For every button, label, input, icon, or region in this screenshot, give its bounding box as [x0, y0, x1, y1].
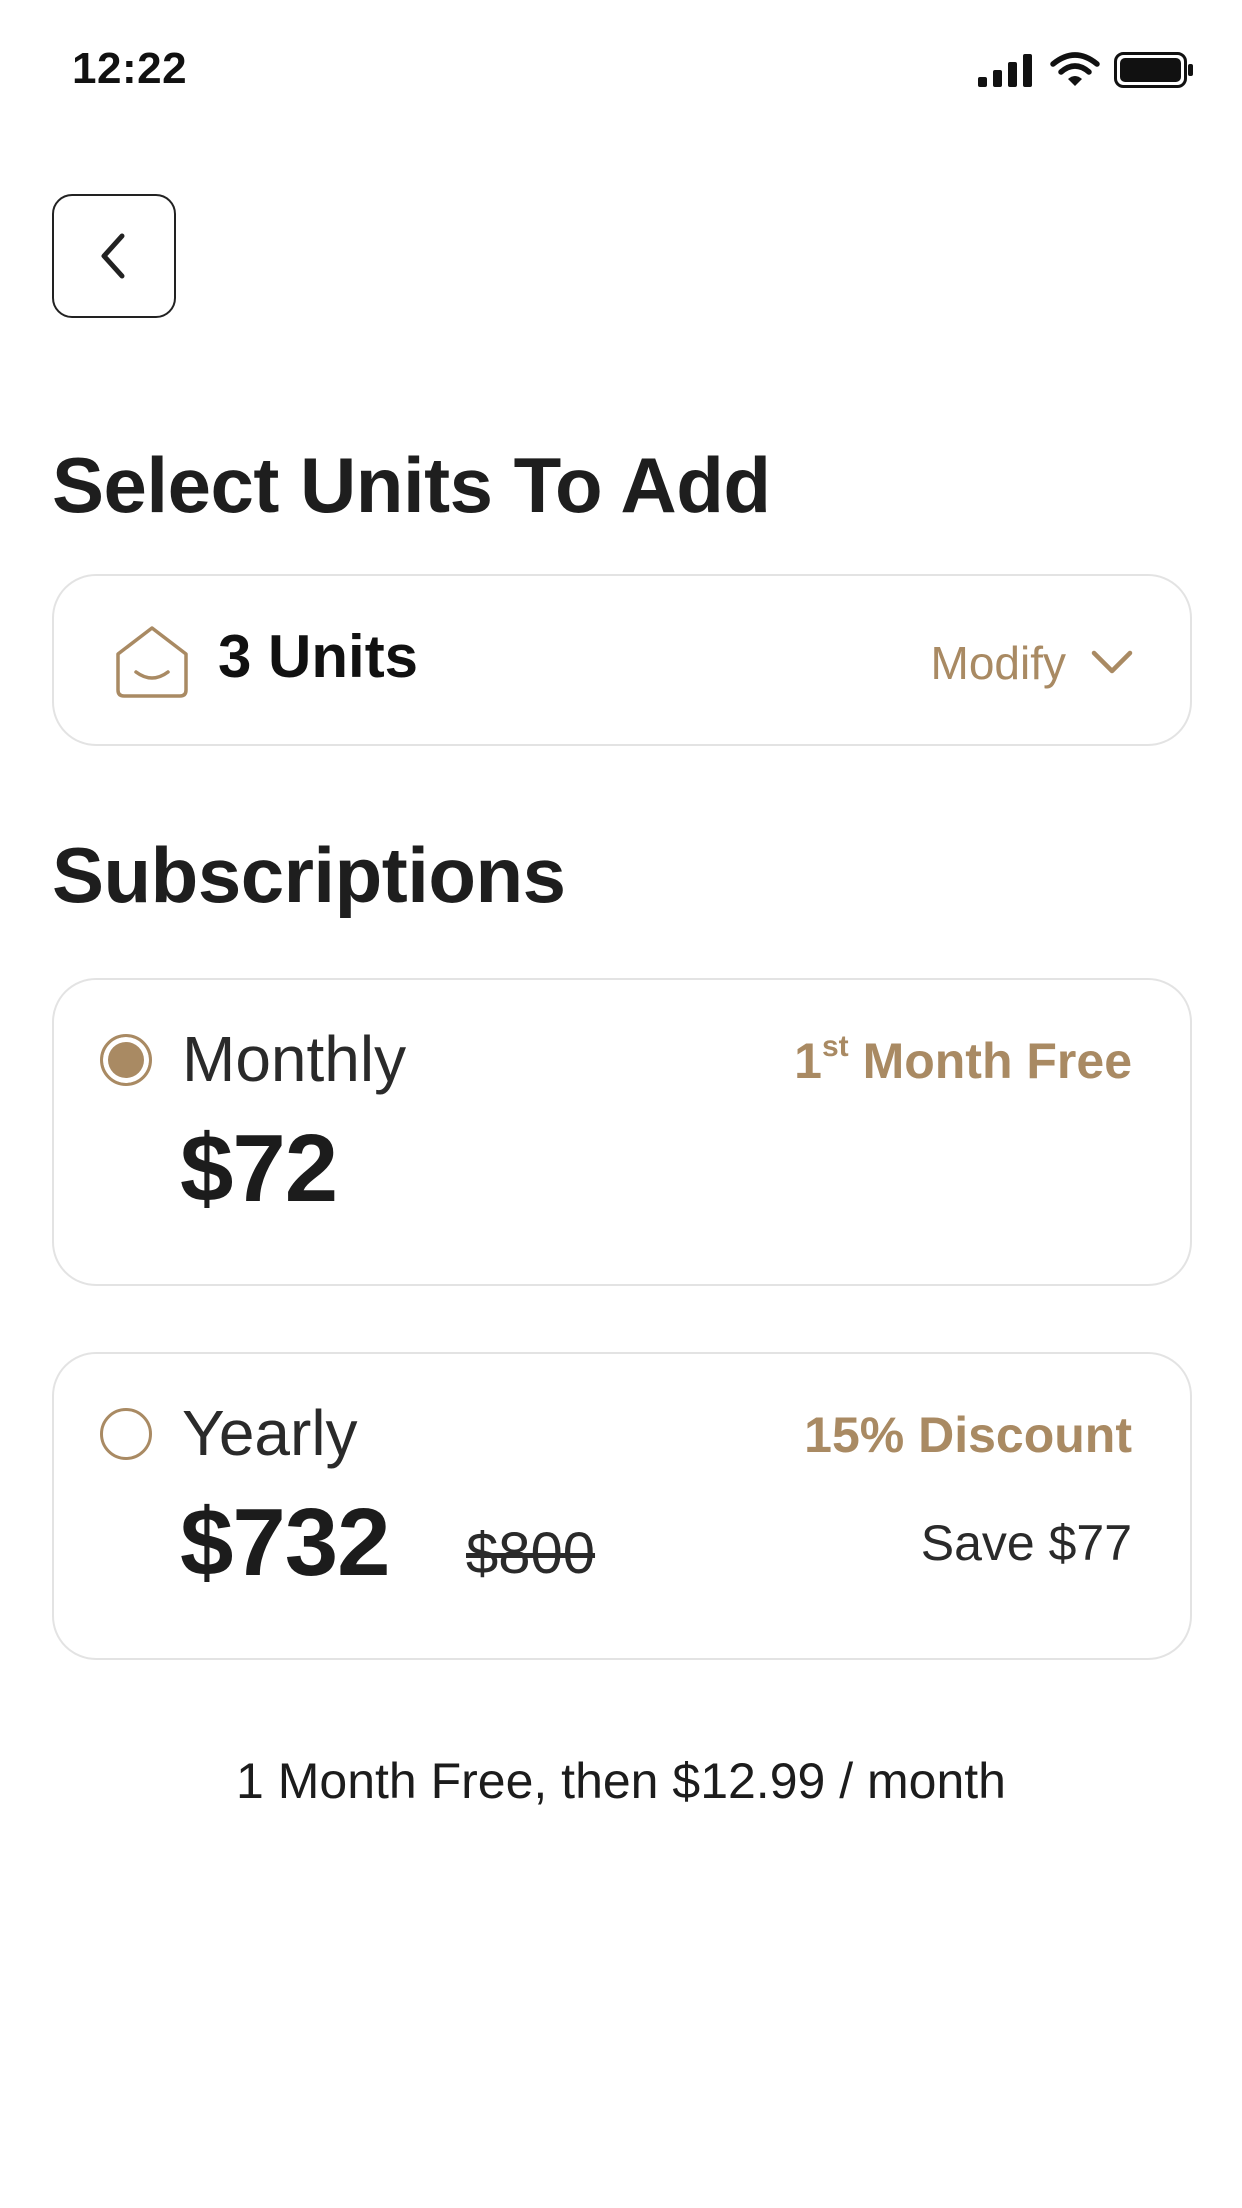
plan-price: $72: [180, 1115, 338, 1222]
plan-name: Yearly: [182, 1397, 358, 1469]
plan-card-yearly[interactable]: Yearly 15% Discount $732 $800 Save $77: [52, 1352, 1192, 1660]
subscriptions-title: Subscriptions: [52, 831, 566, 919]
plan-price: $732: [180, 1489, 391, 1596]
units-selector[interactable]: 3 Units Modify: [52, 574, 1192, 746]
status-icons: [976, 52, 1194, 88]
modify-label: Modify: [930, 637, 1066, 689]
status-time: 12:22: [72, 44, 188, 93]
battery-icon: [1114, 52, 1193, 88]
plan-card-monthly[interactable]: Monthly 1st Month Free $72: [52, 978, 1192, 1286]
signal-icon: [978, 54, 1032, 87]
promo-tag-suffix: st: [821, 1030, 849, 1064]
promo-tag-number: 1: [794, 1033, 822, 1089]
back-button[interactable]: [52, 194, 176, 318]
wifi-icon: [1050, 52, 1100, 86]
chevron-left-icon: [101, 233, 125, 279]
plan-promo-tag: 1st Month Free: [794, 1030, 1132, 1090]
chevron-down-icon: [1091, 650, 1133, 674]
radio-monthly[interactable]: [100, 1034, 152, 1086]
savings-text: Save $77: [920, 1515, 1132, 1571]
units-count: 3 Units: [218, 623, 419, 690]
modify-button[interactable]: Modify: [931, 636, 1134, 690]
promo-tag-text: Month Free: [848, 1033, 1132, 1089]
plan-discount-tag: 15% Discount: [804, 1407, 1132, 1463]
radio-yearly[interactable]: [100, 1408, 152, 1460]
pricing-footnote: 1 Month Free, then $12.99 / month: [236, 1753, 1006, 1809]
units-section-title: Select Units To Add: [52, 441, 771, 529]
original-price: $800: [466, 1521, 596, 1586]
home-icon: [116, 626, 188, 698]
plan-name: Monthly: [182, 1023, 407, 1095]
